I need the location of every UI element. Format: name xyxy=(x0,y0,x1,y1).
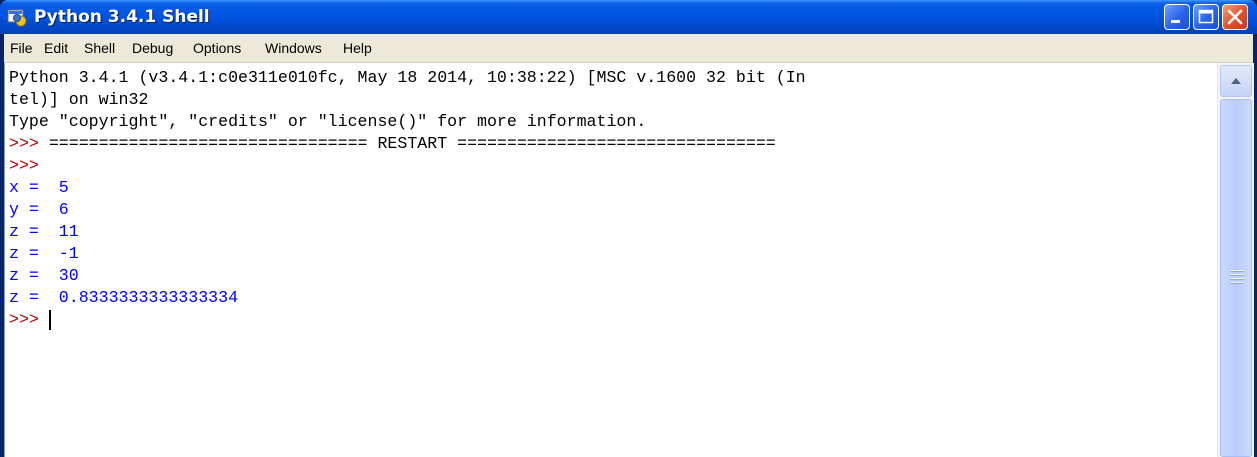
maximize-icon xyxy=(1198,9,1214,24)
maximize-button[interactable] xyxy=(1193,4,1219,30)
window-title: Python 3.4.1 Shell xyxy=(34,7,210,27)
output-line: x = 5 xyxy=(9,178,69,197)
python-shell-window: Python 3.4.1 Shell File Edit Shell Debug… xyxy=(0,0,1257,457)
banner-line-3: Type "copyright", "credits" or "license(… xyxy=(9,112,647,131)
restart-text: ================================ RESTART… xyxy=(38,134,776,153)
grip-line xyxy=(1230,278,1244,279)
output-line: z = 30 xyxy=(9,266,79,285)
prompt: >>> xyxy=(9,134,39,153)
current-prompt: >>> xyxy=(9,310,39,329)
grip-line xyxy=(1230,282,1244,283)
scroll-up-button[interactable] xyxy=(1220,65,1252,97)
menu-windows[interactable]: Windows xyxy=(265,39,322,57)
menu-debug[interactable]: Debug xyxy=(132,39,173,57)
python-shell-icon xyxy=(7,9,27,27)
minimize-icon xyxy=(1171,20,1180,23)
output-line: z = 0.8333333333333334 xyxy=(9,288,239,307)
output-line: z = 11 xyxy=(9,222,79,241)
text-cursor xyxy=(49,310,51,330)
minimize-button[interactable] xyxy=(1164,4,1190,30)
prompt: >>> xyxy=(9,156,39,175)
menu-options[interactable]: Options xyxy=(193,39,241,57)
output-line: z = -1 xyxy=(9,244,79,263)
title-bar[interactable]: Python 3.4.1 Shell xyxy=(0,0,1257,34)
banner-line-2: tel)] on win32 xyxy=(9,90,149,109)
menu-edit[interactable]: Edit xyxy=(44,39,68,57)
shell-text-area[interactable]: Python 3.4.1 (v3.4.1:c0e311e010fc, May 1… xyxy=(4,63,1218,457)
vertical-scrollbar[interactable] xyxy=(1217,63,1254,457)
menu-file[interactable]: File xyxy=(10,39,33,57)
close-icon xyxy=(1227,9,1243,25)
grip-line xyxy=(1230,274,1244,275)
banner-line-1: Python 3.4.1 (v3.4.1:c0e311e010fc, May 1… xyxy=(9,68,806,87)
restart-line: >>> ================================ RES… xyxy=(9,133,776,155)
close-button[interactable] xyxy=(1222,4,1248,30)
menu-shell[interactable]: Shell xyxy=(84,39,115,57)
menu-bar: File Edit Shell Debug Options Windows He… xyxy=(4,34,1253,63)
scroll-thumb[interactable] xyxy=(1220,99,1252,457)
chevron-up-icon xyxy=(1231,78,1241,84)
grip-line xyxy=(1230,270,1244,271)
output-line: y = 6 xyxy=(9,200,69,219)
menu-help[interactable]: Help xyxy=(343,39,372,57)
